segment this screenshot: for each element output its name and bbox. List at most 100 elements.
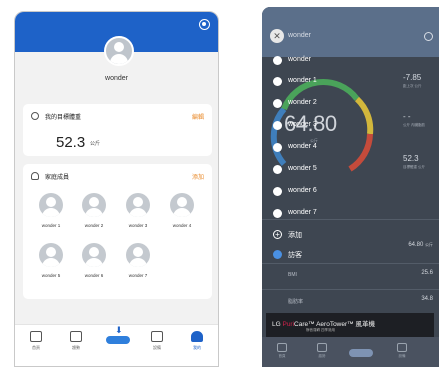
download-arrow-icon: ⬇ — [115, 325, 123, 335]
radio-dot — [273, 165, 282, 174]
family-title: 家庭成員 — [45, 175, 70, 181]
member-option-label: wonder 7 — [288, 209, 317, 216]
member-name: wonder 1 — [41, 223, 61, 228]
user-avatar[interactable] — [104, 36, 134, 66]
member-option[interactable]: wonder 6 — [273, 185, 343, 197]
edit-goal-button[interactable]: 編輯 — [192, 112, 204, 121]
people-icon — [31, 172, 39, 180]
member-option-label: wonder 3 — [288, 121, 317, 128]
username-label: wonder — [105, 75, 128, 82]
member-name: wonder 5 — [41, 273, 61, 278]
chart-icon — [317, 343, 327, 352]
member-option-label: wonder 2 — [288, 99, 317, 106]
nav-devices[interactable]: 設備 — [390, 343, 414, 359]
device-icon — [397, 343, 407, 352]
weight-row-value: 64.80 公斤 — [408, 242, 433, 248]
dashboard-title: wonder — [288, 32, 311, 39]
close-icon[interactable]: ✕ — [270, 29, 284, 43]
member-avatar — [126, 243, 150, 267]
member-name: wonder 7 — [128, 273, 148, 278]
body-fat-label: 脂肪率 — [288, 299, 304, 305]
visceral-fat-caption: 公斤 內臟脂肪 — [403, 123, 425, 127]
member-option[interactable]: wonder 5 — [273, 163, 343, 175]
user-icon — [191, 331, 203, 342]
member-name: wonder 6 — [84, 273, 104, 278]
goal-weight-card: 我的目標體重 編輯 52.3 公斤 — [23, 104, 212, 156]
member-item[interactable]: wonder 7 — [122, 243, 154, 278]
visitor-option[interactable]: 訪客 — [273, 248, 343, 260]
nav-label: 趨勢 — [318, 354, 326, 358]
target-weight-caption: 目標體重 公斤 — [403, 165, 425, 169]
nav-home[interactable]: 首頁 — [19, 331, 53, 351]
member-option-label: wonder 5 — [288, 165, 317, 172]
member-avatar — [82, 243, 106, 267]
goal-weight-unit: 公斤 — [90, 141, 101, 147]
nav-profile[interactable]: 我的 — [180, 331, 214, 351]
profile-screen: wonder 我的目標體重 編輯 52.3 公斤 家庭成員 添加 wonder … — [14, 11, 219, 367]
power-icon[interactable] — [424, 32, 433, 41]
family-members-card: 家庭成員 添加 wonder 1 wonder 2 wonder 3 wonde… — [23, 164, 212, 299]
visitor-label: 訪客 — [288, 252, 302, 259]
visitor-icon — [273, 250, 282, 259]
member-option[interactable]: wonder 1 — [273, 75, 343, 87]
radio-dot — [273, 121, 282, 130]
nav-trends[interactable]: 趨勢 — [310, 343, 334, 359]
member-option-label: wonder — [288, 56, 311, 63]
home-icon — [30, 331, 42, 342]
target-icon — [31, 112, 39, 120]
bottom-nav: 首頁 趨勢 ⬇ 設備 我的 — [15, 324, 218, 366]
home-icon — [277, 343, 287, 352]
add-member-button[interactable]: 添加 — [192, 172, 204, 181]
goal-weight-value: 52.3 — [56, 134, 86, 151]
radio-dot — [273, 209, 282, 218]
member-item[interactable]: wonder 5 — [35, 243, 67, 278]
member-avatar — [39, 243, 63, 267]
member-avatar — [170, 193, 194, 217]
divider — [262, 289, 439, 290]
chart-icon — [70, 331, 82, 342]
weight-change-value: -7.85 — [403, 73, 422, 82]
member-option[interactable]: wonder 3 — [273, 119, 343, 131]
scale-icon — [106, 336, 130, 344]
member-name: wonder 2 — [84, 223, 104, 228]
settings-icon[interactable] — [199, 19, 210, 30]
member-option[interactable]: wonder 2 — [273, 97, 343, 109]
scale-icon — [349, 349, 373, 357]
radio-dot — [273, 187, 282, 196]
ad-banner-text: LG PuriCare™ AeroTower™ 風革機 — [272, 321, 375, 328]
member-option-label: wonder 1 — [288, 77, 317, 84]
radio-dot — [273, 143, 282, 152]
add-member-option[interactable]: + 添加 — [273, 228, 343, 240]
member-option[interactable]: wonder — [273, 54, 343, 66]
body-fat-value: 34.8 — [421, 296, 433, 302]
member-item[interactable]: wonder 4 — [166, 193, 198, 228]
member-avatar — [82, 193, 106, 217]
divider — [262, 263, 439, 264]
nav-devices[interactable]: 設備 — [140, 331, 174, 351]
dashboard-bottom-nav: 首頁 趨勢 設備 — [262, 337, 439, 367]
member-option[interactable]: wonder 7 — [273, 207, 343, 219]
nav-home[interactable]: 首頁 — [270, 343, 294, 359]
nav-label: 設備 — [398, 354, 406, 358]
nav-weigh-button[interactable] — [349, 343, 373, 357]
member-name: wonder 3 — [128, 223, 148, 228]
member-option-label: wonder 4 — [288, 143, 317, 150]
weight-change-caption: 距上次 公斤 — [403, 84, 422, 88]
add-member-label: 添加 — [288, 232, 302, 239]
member-item[interactable]: wonder 3 — [122, 193, 154, 228]
ad-banner[interactable]: LG PuriCare™ AeroTower™ 風革機 靜音運轉 四季適用 — [266, 313, 434, 337]
nav-label: 首頁 — [278, 354, 286, 358]
nav-weigh-button[interactable]: ⬇ — [106, 325, 130, 345]
member-item[interactable]: wonder 1 — [35, 193, 67, 228]
plus-icon: + — [273, 230, 282, 239]
member-option[interactable]: wonder 4 — [273, 141, 343, 153]
member-name: wonder 4 — [172, 223, 192, 228]
member-avatar — [39, 193, 63, 217]
radio-dot — [273, 77, 282, 86]
member-item[interactable]: wonder 6 — [78, 243, 110, 278]
nav-label: 設備 — [153, 345, 161, 350]
member-item[interactable]: wonder 2 — [78, 193, 110, 228]
nav-trends[interactable]: 趨勢 — [59, 331, 93, 351]
nav-label: 趨勢 — [72, 345, 80, 350]
member-option-label: wonder 6 — [288, 187, 317, 194]
